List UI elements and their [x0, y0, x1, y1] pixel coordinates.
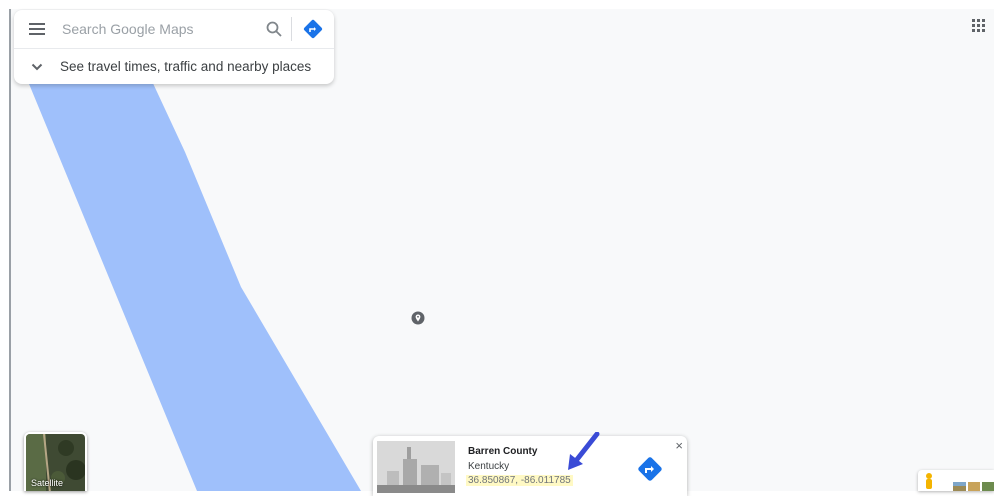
chevron-down-icon — [31, 63, 43, 70]
search-row — [14, 10, 334, 49]
directions-button[interactable] — [292, 10, 334, 48]
place-region: Kentucky — [468, 461, 510, 472]
apps-button[interactable] — [972, 19, 985, 37]
location-pin-icon — [411, 311, 425, 325]
travel-times-toggle[interactable]: See travel times, traffic and nearby pla… — [14, 49, 334, 84]
building-photo — [377, 441, 455, 493]
menu-button[interactable] — [14, 10, 60, 48]
card-directions-button[interactable] — [637, 456, 663, 487]
place-thumbnail[interactable] — [377, 441, 455, 493]
satellite-label: Satellite — [31, 478, 64, 488]
place-coordinates[interactable]: 36.850867, -86.011785 — [466, 475, 573, 486]
apps-grid-icon — [972, 19, 985, 32]
street-view-controls[interactable] — [918, 470, 994, 491]
place-name: Barren County — [468, 446, 538, 457]
satellite-layer-toggle[interactable]: Satellite — [24, 432, 87, 491]
search-panel: See travel times, traffic and nearby pla… — [14, 10, 334, 84]
travel-times-label: See travel times, traffic and nearby pla… — [60, 59, 312, 74]
annotation-arrow — [566, 431, 600, 477]
hamburger-menu-icon — [29, 23, 45, 35]
close-icon[interactable]: × — [675, 438, 683, 453]
search-button[interactable] — [257, 10, 291, 48]
directions-icon — [303, 19, 323, 39]
place-card[interactable]: Barren County Kentucky 36.850867, -86.01… — [373, 436, 687, 496]
directions-icon — [638, 457, 662, 481]
search-input[interactable] — [60, 20, 257, 38]
arrow-icon — [568, 431, 600, 470]
search-icon — [266, 21, 282, 37]
dropped-pin[interactable] — [411, 311, 425, 330]
pegman-icon — [926, 473, 994, 491]
